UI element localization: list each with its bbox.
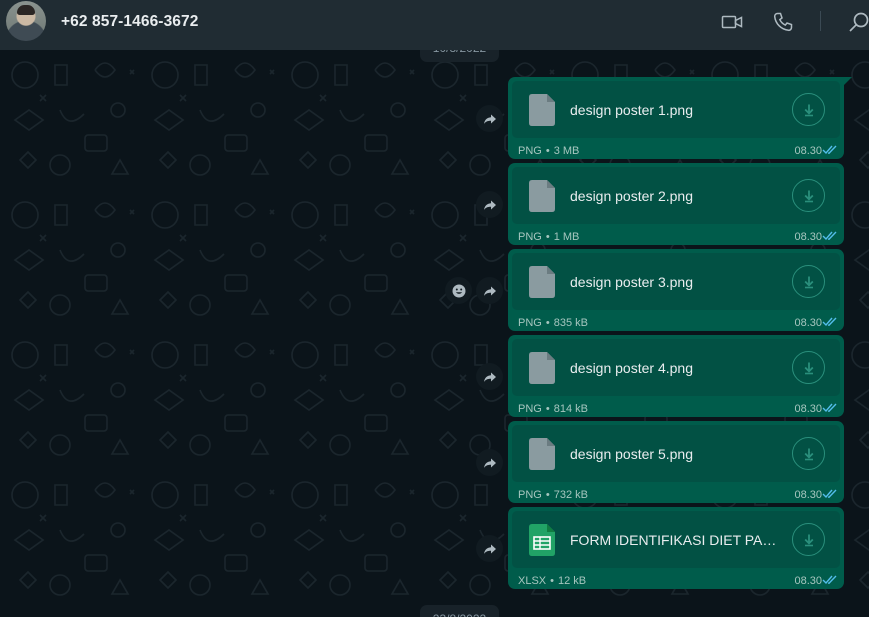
- file-type: PNG: [518, 231, 542, 243]
- file-name: design poster 4.png: [570, 360, 693, 376]
- file-size: 12 kB: [558, 575, 587, 587]
- header-divider: [820, 11, 821, 31]
- react-emoji-button[interactable]: [445, 277, 472, 304]
- download-icon: [804, 534, 813, 546]
- file-meta: PNG • 732 kB: [518, 489, 588, 501]
- png-file-icon: [529, 94, 555, 126]
- download-button[interactable]: [792, 437, 825, 470]
- forward-message-button[interactable]: [476, 535, 503, 562]
- png-file-icon: [529, 266, 555, 298]
- forward-message-button[interactable]: [476, 363, 503, 390]
- meta-separator: •: [545, 317, 550, 329]
- png-file-icon: [529, 438, 555, 470]
- message-bubble[interactable]: design poster 1.png PNG • 3 MB 08.30: [508, 77, 852, 159]
- file-size: 1 MB: [553, 231, 580, 243]
- message-bubble[interactable]: FORM IDENTIFIKASI DIET PASIEN.xlsx XLSX•…: [508, 507, 844, 589]
- message-time: 08.30: [794, 145, 822, 157]
- download-icon: [804, 104, 813, 116]
- download-icon: [804, 276, 813, 288]
- download-button[interactable]: [792, 93, 825, 126]
- emoji-icon: [452, 284, 465, 297]
- read-receipt-icon: [822, 145, 837, 155]
- forward-icon: [483, 458, 496, 468]
- download-icon: [804, 362, 813, 374]
- download-button[interactable]: [792, 523, 825, 556]
- forward-message-button[interactable]: [476, 449, 503, 476]
- message-bubble[interactable]: design poster 5.png PNG • 732 kB 08.30: [508, 421, 844, 503]
- file-name: design poster 2.png: [570, 188, 693, 204]
- message-time: 08.30: [794, 317, 822, 329]
- read-receipt-icon: [822, 403, 837, 413]
- chat-header: +62 857-1466-3672: [0, 0, 869, 50]
- read-receipt-icon: [822, 575, 837, 585]
- message-time: 08.30: [794, 575, 822, 587]
- forward-message-button[interactable]: [476, 105, 503, 132]
- forward-message-button[interactable]: [476, 191, 503, 218]
- date-separator: 10/8/2022: [420, 50, 499, 62]
- read-receipt-icon: [822, 489, 837, 499]
- file-attachment[interactable]: design poster 3.png: [512, 253, 840, 310]
- file-size: 814 kB: [553, 403, 588, 415]
- contact-avatar[interactable]: [6, 1, 46, 41]
- meta-separator: •: [550, 575, 554, 587]
- contact-name[interactable]: +62 857-1466-3672: [61, 13, 198, 31]
- download-button[interactable]: [792, 351, 825, 384]
- message-time: 08.30: [794, 489, 822, 501]
- png-file-icon: [529, 352, 555, 384]
- download-icon: [804, 448, 813, 460]
- file-type: XLSX: [518, 575, 547, 587]
- voice-call-icon[interactable]: [771, 10, 795, 34]
- read-receipt-icon: [822, 231, 837, 241]
- file-attachment[interactable]: design poster 4.png: [512, 339, 840, 396]
- message-bubble[interactable]: design poster 3.png PNG • 835 kB 08.30: [508, 249, 844, 331]
- meta-separator: •: [545, 231, 550, 243]
- file-attachment[interactable]: design poster 2.png: [512, 167, 840, 224]
- file-meta: PNG • 814 kB: [518, 403, 588, 415]
- date-separator: 23/8/2022: [420, 605, 499, 617]
- file-attachment[interactable]: design poster 1.png: [512, 81, 840, 138]
- bubble-tail: [842, 77, 852, 87]
- file-attachment[interactable]: FORM IDENTIFIKASI DIET PASIEN.xlsx: [512, 511, 840, 568]
- png-file-icon: [529, 180, 555, 212]
- meta-separator: •: [545, 145, 550, 157]
- search-icon[interactable]: [847, 10, 869, 34]
- forward-icon: [483, 544, 496, 554]
- file-attachment[interactable]: design poster 5.png: [512, 425, 840, 482]
- file-meta: XLSX • 12 kB: [518, 575, 586, 587]
- meta-separator: •: [545, 489, 550, 501]
- file-size: 835 kB: [553, 317, 588, 329]
- file-size: 3 MB: [553, 145, 580, 157]
- file-name: FORM IDENTIFIKASI DIET PASIEN.xlsx: [570, 532, 782, 548]
- forward-icon: [483, 372, 496, 382]
- file-type: PNG: [518, 317, 542, 329]
- file-name: design poster 1.png: [570, 102, 693, 118]
- file-meta: PNG • 835 kB: [518, 317, 588, 329]
- read-receipt-icon: [822, 317, 837, 327]
- meta-separator: •: [545, 403, 550, 415]
- file-type: PNG: [518, 489, 542, 501]
- message-bubble[interactable]: design poster 2.png PNG • 1 MB 08.30: [508, 163, 844, 245]
- message-bubble[interactable]: design poster 4.png PNG • 814 kB 08.30: [508, 335, 844, 417]
- xlsx-file-icon: [529, 524, 555, 556]
- forward-icon: [483, 114, 496, 124]
- download-button[interactable]: [792, 179, 825, 212]
- file-name: design poster 3.png: [570, 274, 693, 290]
- message-time: 08.30: [794, 403, 822, 415]
- file-meta: PNG • 1 MB: [518, 231, 579, 243]
- forward-icon: [483, 200, 496, 210]
- file-type: PNG: [518, 403, 542, 415]
- file-size: 732 kB: [553, 489, 588, 501]
- chat-area[interactable]: 10/8/2022 design poster 1.png PNG•3 MB 0: [0, 50, 869, 617]
- forward-icon: [483, 286, 496, 296]
- file-name: design poster 5.png: [570, 446, 693, 462]
- download-button[interactable]: [792, 265, 825, 298]
- message-time: 08.30: [794, 231, 822, 243]
- forward-message-button[interactable]: [476, 277, 503, 304]
- file-meta: PNG • 3 MB: [518, 145, 579, 157]
- video-call-icon[interactable]: [720, 10, 744, 34]
- file-type: PNG: [518, 145, 542, 157]
- download-icon: [804, 190, 813, 202]
